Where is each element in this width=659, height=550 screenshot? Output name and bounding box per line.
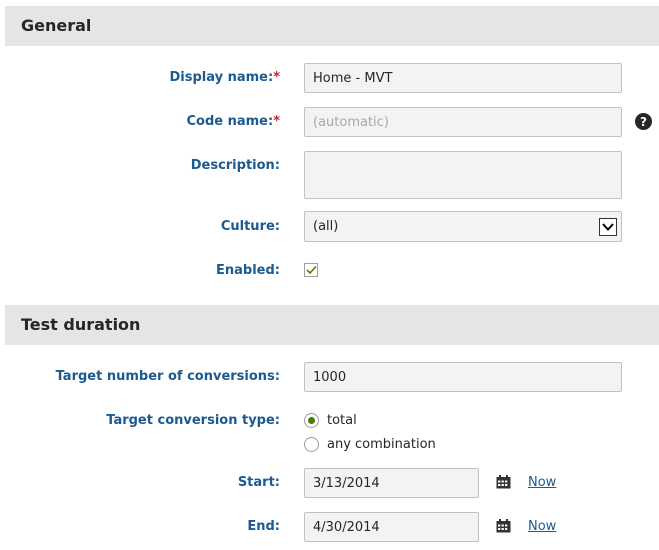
conversion-type-label: Target conversion type:	[106, 413, 280, 428]
enabled-label: Enabled:	[216, 263, 280, 278]
radio-button-selected[interactable]	[304, 413, 319, 428]
description-label: Description:	[190, 158, 280, 173]
radio-total[interactable]: total	[304, 413, 357, 428]
code-name-input[interactable]: (automatic)	[304, 107, 622, 137]
checkmark-icon	[305, 265, 317, 275]
end-date-input[interactable]: 4/30/2014	[304, 512, 479, 542]
radio-button[interactable]	[304, 437, 319, 452]
chevron-down-icon[interactable]	[599, 217, 617, 236]
start-now-link[interactable]: Now	[528, 475, 556, 490]
start-date-input[interactable]: 3/13/2014	[304, 468, 479, 498]
end-label: End:	[247, 519, 280, 534]
general-section-title: General	[21, 16, 92, 35]
culture-select[interactable]: (all)	[304, 211, 622, 242]
calendar-icon[interactable]	[496, 475, 511, 489]
description-textarea[interactable]	[304, 151, 622, 199]
radio-any-combination[interactable]: any combination	[304, 437, 436, 452]
display-name-label: Display name:*	[169, 70, 280, 85]
culture-label: Culture:	[220, 219, 280, 234]
enabled-checkbox[interactable]	[304, 263, 318, 277]
test-duration-section-title: Test duration	[21, 315, 141, 334]
code-name-label: Code name:*	[186, 114, 280, 129]
test-duration-section-header: Test duration	[5, 305, 659, 345]
general-section-header: General	[5, 6, 659, 46]
calendar-icon[interactable]	[496, 519, 511, 533]
target-conversions-label: Target number of conversions:	[55, 369, 280, 384]
target-conversions-input[interactable]: 1000	[304, 362, 622, 392]
display-name-input[interactable]: Home - MVT	[304, 63, 622, 93]
end-now-link[interactable]: Now	[528, 519, 556, 534]
help-icon[interactable]: ?	[635, 113, 652, 130]
start-label: Start:	[237, 475, 280, 490]
